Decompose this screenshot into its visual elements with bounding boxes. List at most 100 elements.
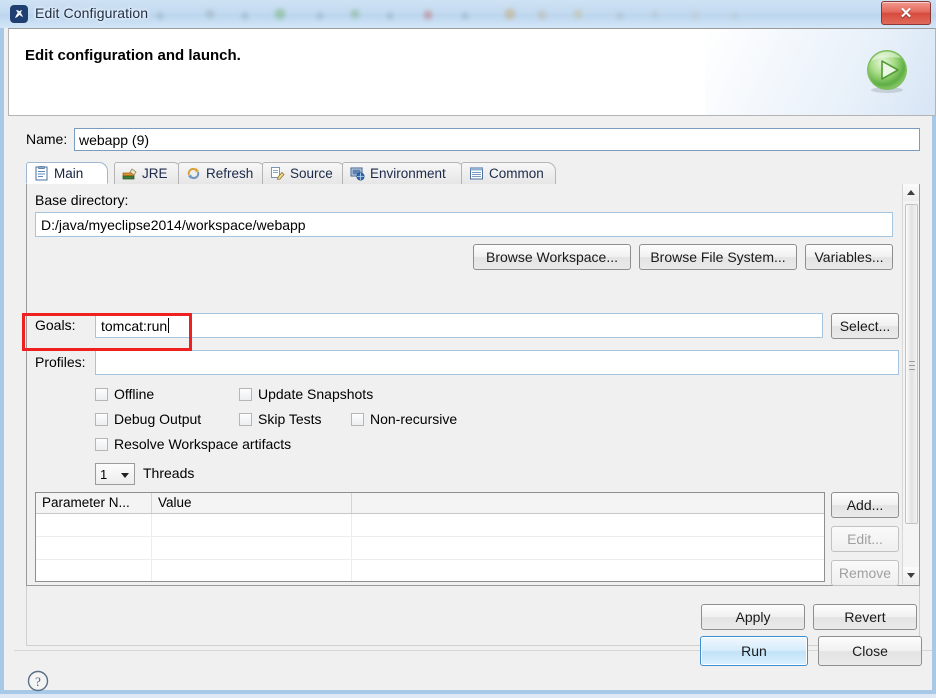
checkbox-offline-label: Offline xyxy=(114,386,154,402)
checkbox-box xyxy=(95,438,108,451)
profiles-label: Profiles: xyxy=(35,354,86,370)
column-extra xyxy=(352,493,824,513)
run-play-icon xyxy=(863,47,911,95)
profiles-input[interactable] xyxy=(95,350,899,375)
checkbox-resolve-workspace-artifacts[interactable]: Resolve Workspace artifacts xyxy=(95,436,291,452)
tab-environment[interactable]: Environment xyxy=(342,162,465,184)
goals-input[interactable]: tomcat:run xyxy=(95,313,823,338)
tab-main-label: Main xyxy=(54,166,83,181)
tab-jre[interactable]: JRE xyxy=(114,162,182,184)
common-list-icon xyxy=(469,166,484,181)
threads-select[interactable]: 1 xyxy=(95,463,135,485)
edit-parameter-button: Edit... xyxy=(831,526,899,552)
variables-button[interactable]: Variables... xyxy=(805,244,893,270)
table-row[interactable] xyxy=(36,514,824,537)
add-parameter-button[interactable]: Add... xyxy=(831,492,899,518)
tab-main[interactable]: Main xyxy=(26,162,108,184)
window-title: Edit Configuration xyxy=(35,5,148,21)
help-question-icon[interactable]: ? xyxy=(26,669,50,693)
edit-configuration-dialog: Edit Configuration ✕ Edit configuration … xyxy=(0,0,936,694)
name-input[interactable]: webapp (9) xyxy=(74,128,920,151)
close-window-button[interactable]: ✕ xyxy=(881,1,931,25)
browse-file-system-button[interactable]: Browse File System... xyxy=(639,244,797,270)
cell-value xyxy=(152,514,352,536)
cell-extra xyxy=(352,537,824,559)
checkbox-update-snapshots-label: Update Snapshots xyxy=(258,386,373,402)
tab-jre-label: JRE xyxy=(142,166,168,181)
table-row[interactable] xyxy=(36,560,824,582)
name-row: Name: webapp (9) xyxy=(26,128,920,152)
revert-button[interactable]: Revert xyxy=(813,604,917,630)
desktop-blur-backdrop xyxy=(150,4,790,26)
parameter-table[interactable]: Parameter N... Value xyxy=(35,492,825,582)
checkbox-box xyxy=(351,413,364,426)
checkbox-resolve-workspace-artifacts-label: Resolve Workspace artifacts xyxy=(114,436,291,452)
tab-refresh[interactable]: Refresh xyxy=(178,162,266,184)
checkbox-box xyxy=(239,388,252,401)
window-titlebar: Edit Configuration ✕ xyxy=(0,0,936,28)
checkbox-box xyxy=(95,388,108,401)
chevron-down-icon xyxy=(121,473,129,478)
remove-parameter-button: Remove xyxy=(831,560,899,586)
checkbox-offline[interactable]: Offline xyxy=(95,386,154,402)
tab-common[interactable]: Common xyxy=(461,162,556,184)
column-parameter-name: Parameter N... xyxy=(36,493,152,513)
scroll-down-button[interactable] xyxy=(903,567,919,584)
tab-bar: Main JRE xyxy=(26,162,920,184)
close-button[interactable]: Close xyxy=(818,636,922,666)
grip-line xyxy=(909,365,915,366)
checkbox-debug-output[interactable]: Debug Output xyxy=(95,411,201,427)
triangle-down-icon xyxy=(907,573,915,578)
scroll-up-button[interactable] xyxy=(903,184,919,201)
environment-icon xyxy=(350,166,365,181)
goals-value: tomcat:run xyxy=(101,318,167,334)
refresh-arrows-icon xyxy=(186,166,201,181)
checkbox-box xyxy=(239,413,252,426)
tab-source[interactable]: Source xyxy=(262,162,346,184)
checkbox-non-recursive-label: Non-recursive xyxy=(370,411,457,427)
cell-extra xyxy=(352,560,824,582)
base-directory-input[interactable]: D:/java/myeclipse2014/workspace/webapp xyxy=(35,212,893,237)
checkbox-box xyxy=(95,413,108,426)
goals-select-button[interactable]: Select... xyxy=(831,313,899,339)
threads-label: Threads xyxy=(143,465,194,481)
base-directory-label: Base directory: xyxy=(35,192,128,208)
tab-refresh-label: Refresh xyxy=(206,166,253,181)
cell-value xyxy=(152,560,352,582)
content-scrollbar[interactable] xyxy=(902,184,919,584)
svg-text:?: ? xyxy=(35,674,41,689)
run-button[interactable]: Run xyxy=(700,636,808,666)
triangle-up-icon xyxy=(907,190,915,195)
cell-parameter-name xyxy=(36,514,152,536)
dialog-body: Edit configuration and launch. xyxy=(0,28,936,694)
cell-value xyxy=(152,537,352,559)
text-caret xyxy=(168,318,169,333)
jre-books-icon xyxy=(122,166,137,181)
checkbox-debug-output-label: Debug Output xyxy=(114,411,201,427)
column-value: Value xyxy=(152,493,352,513)
checkbox-update-snapshots[interactable]: Update Snapshots xyxy=(239,386,373,402)
goals-label: Goals: xyxy=(35,317,75,333)
tab-environment-label: Environment xyxy=(370,166,446,181)
cell-extra xyxy=(352,514,824,536)
source-pencil-icon xyxy=(270,166,285,181)
tab-common-label: Common xyxy=(489,166,544,181)
scrollbar-thumb[interactable] xyxy=(905,204,918,524)
apply-button[interactable]: Apply xyxy=(701,604,805,630)
name-label: Name: xyxy=(26,131,67,147)
threads-value: 1 xyxy=(100,467,107,482)
checkbox-non-recursive[interactable]: Non-recursive xyxy=(351,411,457,427)
cell-parameter-name xyxy=(36,560,152,582)
myeclipse-logo-icon xyxy=(9,4,29,24)
dialog-header: Edit configuration and launch. xyxy=(8,28,936,116)
table-header-row: Parameter N... Value xyxy=(36,493,824,514)
page-title: Edit configuration and launch. xyxy=(25,47,241,64)
grip-line xyxy=(909,369,915,370)
checkbox-skip-tests[interactable]: Skip Tests xyxy=(239,411,322,427)
tab-source-label: Source xyxy=(290,166,333,181)
browse-workspace-button[interactable]: Browse Workspace... xyxy=(473,244,631,270)
checkbox-skip-tests-label: Skip Tests xyxy=(258,411,322,427)
close-icon: ✕ xyxy=(882,2,930,24)
table-row[interactable] xyxy=(36,537,824,560)
main-page-icon xyxy=(34,166,49,181)
